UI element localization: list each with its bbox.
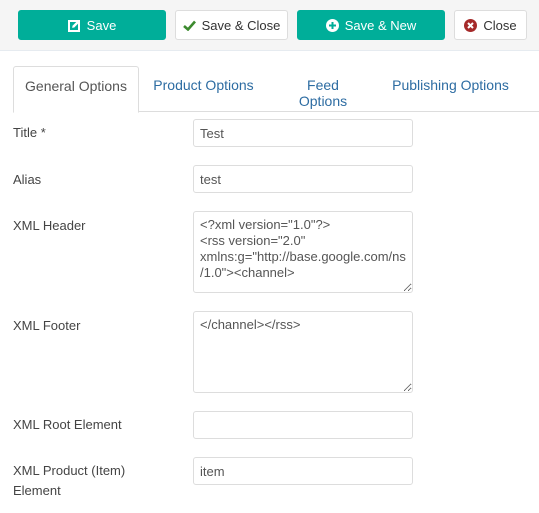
save-close-button[interactable]: Save & Close (175, 10, 288, 40)
tab-general-options[interactable]: General Options (13, 66, 139, 113)
close-circle-icon (464, 18, 478, 32)
edit-icon (67, 19, 81, 32)
check-icon (182, 20, 196, 31)
alias-input[interactable] (193, 165, 413, 193)
xml-root-label: XML Root Element (13, 417, 122, 432)
xml-footer-textarea[interactable]: </channel></rss> (193, 311, 413, 393)
save-new-label: Save & New (344, 17, 417, 33)
xml-item-input[interactable] (193, 457, 413, 485)
save-close-label: Save & Close (201, 17, 281, 33)
tab-product-options[interactable]: Product Options (153, 66, 254, 111)
tab-publishing-options[interactable]: Publishing Options (392, 66, 509, 111)
close-button[interactable]: Close (454, 10, 527, 40)
xml-root-input[interactable] (193, 411, 413, 439)
tab-bar: General Options Product Options Feed Opt… (13, 66, 539, 113)
tab-feed-options[interactable]: Feed Options (282, 66, 364, 111)
save-label: Save (86, 17, 117, 33)
plus-circle-icon (325, 18, 339, 32)
close-label: Close (483, 17, 517, 33)
save-button[interactable]: Save (18, 10, 166, 40)
save-new-button[interactable]: Save & New (297, 10, 445, 40)
title-label: Title * (13, 125, 46, 140)
alias-label: Alias (13, 172, 42, 187)
xml-item-label: XML Product (Item) Element (13, 463, 126, 498)
toolbar: Save Save & Close Save & New Close (0, 0, 539, 51)
xml-header-label: XML Header (13, 218, 86, 233)
title-input[interactable] (193, 119, 413, 147)
xml-header-textarea[interactable]: <?xml version="1.0"?> <rss version="2.0"… (193, 211, 413, 293)
xml-footer-label: XML Footer (13, 318, 81, 333)
